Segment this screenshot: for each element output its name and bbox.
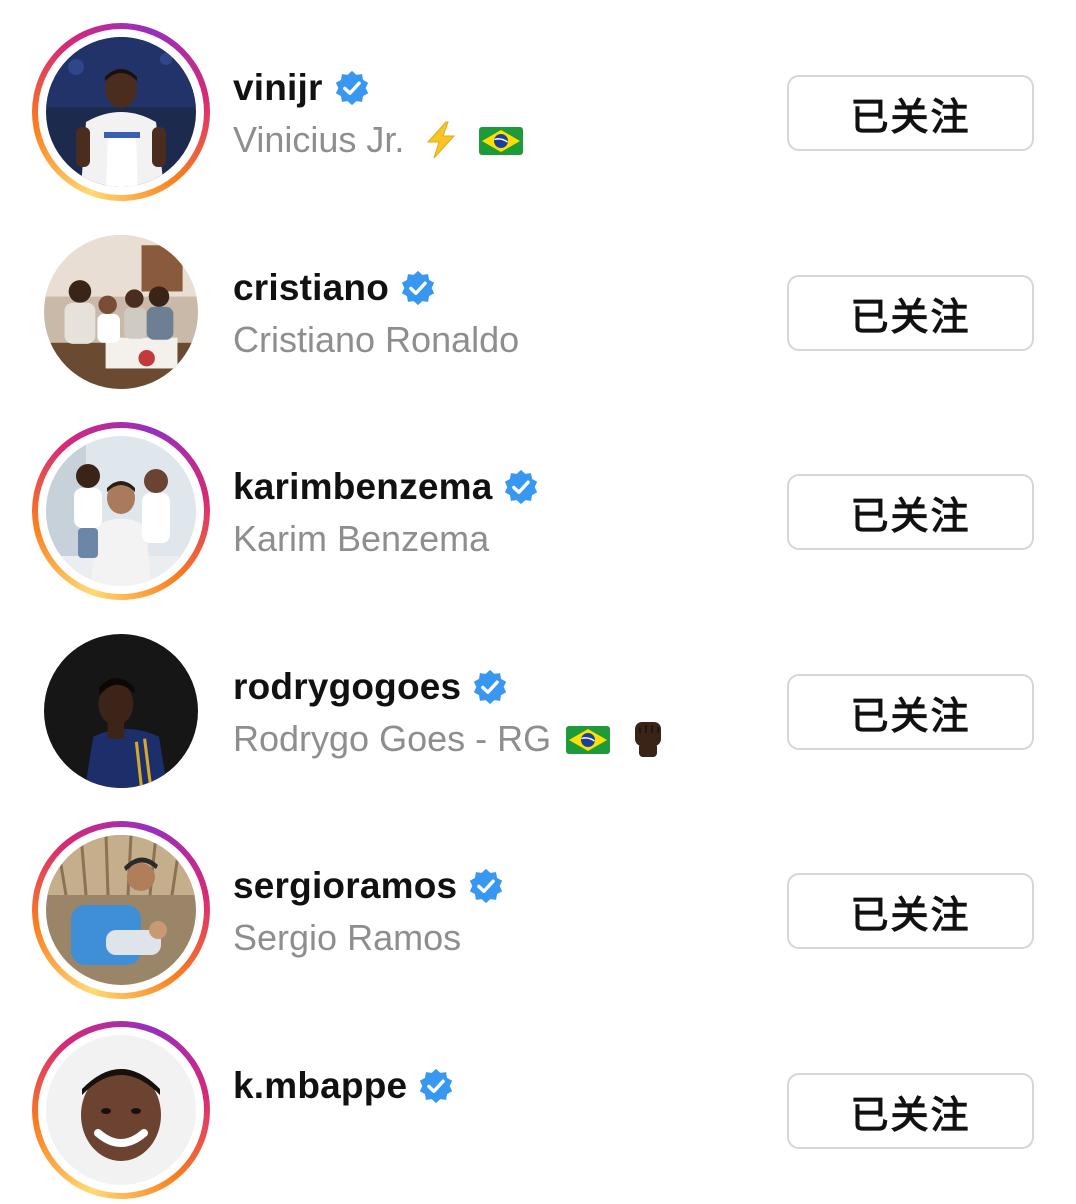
story-ring[interactable] xyxy=(32,821,210,999)
username[interactable]: vinijr xyxy=(233,67,323,109)
full-name: Rodrygo Goes - RG xyxy=(233,718,552,759)
following-button[interactable]: 已关注 xyxy=(787,1073,1034,1149)
following-button[interactable]: 已关注 xyxy=(787,75,1034,151)
avatar[interactable] xyxy=(46,436,196,586)
full-name: Sergio Ramos xyxy=(233,917,462,958)
following-row[interactable]: k.mbappe 已关注 xyxy=(0,1004,1076,1204)
avatar-frame[interactable] xyxy=(32,622,210,800)
following-row[interactable]: karimbenzema Karim Benzema 已关注 xyxy=(0,405,1076,605)
username[interactable]: karimbenzema xyxy=(233,466,492,508)
verified-badge-icon xyxy=(333,69,371,107)
verified-badge-icon xyxy=(467,867,505,905)
verified-badge-icon xyxy=(399,269,437,307)
username[interactable]: rodrygogoes xyxy=(233,666,461,708)
full-name: Karim Benzema xyxy=(233,518,490,559)
username[interactable]: sergioramos xyxy=(233,865,457,907)
following-button[interactable]: 已关注 xyxy=(787,674,1034,750)
story-ring[interactable] xyxy=(32,1021,210,1199)
following-row[interactable]: rodrygogoes Rodrygo Goes - RG 已关注 xyxy=(0,605,1076,805)
following-row[interactable]: vinijr Vinicius Jr. 已关注 xyxy=(0,6,1076,206)
full-name: Cristiano Ronaldo xyxy=(233,319,520,360)
following-row[interactable]: sergioramos Sergio Ramos 已关注 xyxy=(0,804,1076,1004)
full-name: Vinicius Jr. xyxy=(233,119,405,160)
lightning-emoji-icon xyxy=(418,120,464,160)
verified-badge-icon xyxy=(471,668,509,706)
following-button[interactable]: 已关注 xyxy=(787,275,1034,351)
following-list: vinijr Vinicius Jr. 已关注 cristiano Cristi… xyxy=(0,0,1076,1199)
avatar[interactable] xyxy=(46,37,196,187)
verified-badge-icon xyxy=(502,468,540,506)
avatar[interactable] xyxy=(46,835,196,985)
avatar[interactable] xyxy=(44,634,198,788)
following-button[interactable]: 已关注 xyxy=(787,873,1034,949)
username[interactable]: k.mbappe xyxy=(233,1065,407,1107)
avatar[interactable] xyxy=(46,1035,196,1185)
verified-badge-icon xyxy=(417,1067,455,1105)
brazil-flag-emoji-icon xyxy=(478,120,524,160)
story-ring[interactable] xyxy=(32,422,210,600)
username[interactable]: cristiano xyxy=(233,267,389,309)
avatar[interactable] xyxy=(44,235,198,389)
following-button[interactable]: 已关注 xyxy=(787,474,1034,550)
story-ring[interactable] xyxy=(32,23,210,201)
brazil-flag-emoji-icon xyxy=(565,719,611,759)
avatar-frame[interactable] xyxy=(32,223,210,401)
following-row[interactable]: cristiano Cristiano Ronaldo 已关注 xyxy=(0,206,1076,406)
raised-fist-emoji-icon xyxy=(625,719,671,759)
